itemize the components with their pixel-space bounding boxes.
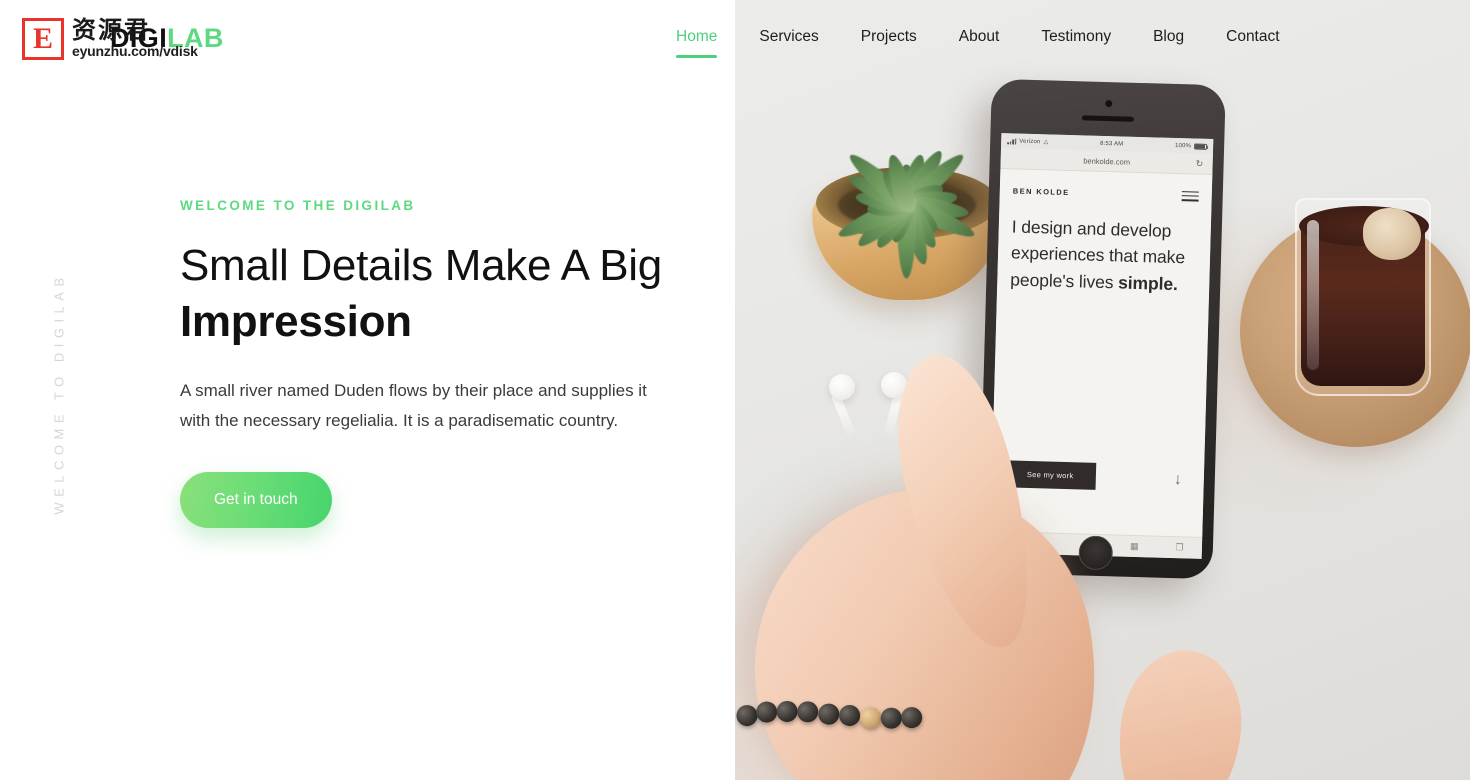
carrier-label: Verizon	[1019, 138, 1041, 145]
battery-icon	[1194, 143, 1208, 150]
phone-page-content: BEN KOLDE I design and develop experienc…	[990, 169, 1213, 537]
phone-headline-bold: simple.	[1117, 272, 1179, 294]
phone-speaker	[1081, 115, 1134, 122]
signal-bars-icon	[1007, 137, 1017, 145]
hero-image-panel: Verizon △ 8:53 AM 100% benkolde.com ↻ BE…	[735, 0, 1470, 780]
watermark-overlay: E 资源君 eyunzhu.com/vdisk	[22, 16, 198, 60]
status-time: 8:53 AM	[1099, 140, 1124, 148]
succulent-plant	[790, 55, 1020, 305]
top-navigation-bar: DIGILAB Home Services Projects About Testimo…	[0, 0, 1470, 78]
bracelet-bead	[816, 701, 842, 727]
phone-site-brand: BEN KOLDE	[1012, 186, 1070, 198]
phone-site-header: BEN KOLDE	[1012, 186, 1199, 202]
bookmarks-icon[interactable]: ▦	[1130, 541, 1139, 552]
phone-screen: Verizon △ 8:53 AM 100% benkolde.com ↻ BE…	[989, 133, 1214, 559]
get-in-touch-button[interactable]: Get in touch	[180, 472, 332, 529]
status-right: 100%	[1174, 142, 1208, 150]
bracelet-bead	[858, 705, 884, 731]
tabs-icon[interactable]: ❐	[1175, 542, 1183, 553]
ice-cube	[1363, 208, 1421, 260]
nav-link-list: Home Services Projects About Testimony Blog Co…	[655, 26, 1301, 58]
scroll-down-arrow-icon: ↓	[1173, 471, 1183, 489]
battery-percent-label: 100%	[1174, 142, 1192, 149]
watermark-logo-icon: E	[22, 18, 64, 60]
phone-headline: I design and develop experiences that ma…	[1010, 213, 1198, 298]
phone-url-text: benkolde.com	[1083, 155, 1131, 167]
phone-camera-icon	[1105, 100, 1113, 108]
bracelet-bead	[837, 702, 863, 729]
nav-link-contact[interactable]: Contact	[1205, 26, 1300, 48]
nav-link-home[interactable]: Home	[655, 26, 738, 48]
hero-title-line-1: Small Details Make A Big	[180, 241, 662, 290]
glass-highlight	[1307, 220, 1319, 370]
nav-item-testimony[interactable]: Testimony	[1020, 26, 1132, 48]
phone-home-button[interactable]	[1078, 535, 1114, 571]
hero-eyebrow: WELCOME TO THE DIGILAB	[180, 198, 416, 213]
nav-link-services[interactable]: Services	[738, 26, 839, 48]
nav-item-projects[interactable]: Projects	[840, 26, 938, 48]
hero-title: Small Details Make A Big Impression	[180, 238, 690, 350]
nav-item-contact[interactable]: Contact	[1205, 26, 1300, 48]
phone-cta-button[interactable]: See my work	[1004, 460, 1096, 490]
hero-description: A small river named Duden flows by their…	[180, 380, 647, 430]
bracelet-bead	[899, 704, 925, 731]
nav-item-about[interactable]: About	[938, 26, 1021, 48]
vertical-welcome-label: WELCOME TO DIGILAB	[44, 258, 74, 528]
landing-page: Verizon △ 8:53 AM 100% benkolde.com ↻ BE…	[0, 0, 1470, 780]
plant-leaves	[834, 145, 978, 278]
status-left: Verizon △	[1007, 137, 1049, 146]
reload-icon[interactable]: ↻	[1196, 159, 1206, 169]
hamburger-menu-icon[interactable]	[1181, 191, 1199, 202]
bracelet-bead	[795, 699, 821, 725]
watermark-url-text: eyunzhu.com/vdisk	[72, 43, 198, 60]
bracelet-bead	[774, 698, 800, 725]
nav-link-projects[interactable]: Projects	[840, 26, 938, 48]
hero-title-line-2: Impression	[180, 296, 412, 346]
iced-coffee-glass	[1295, 198, 1431, 396]
nav-item-home[interactable]: Home	[655, 26, 738, 58]
watermark-chinese-text: 资源君	[72, 16, 150, 44]
nav-link-testimony[interactable]: Testimony	[1020, 26, 1132, 48]
nav-link-blog[interactable]: Blog	[1132, 26, 1205, 48]
watermark-text: 资源君 eyunzhu.com/vdisk	[72, 16, 198, 60]
nav-active-underline	[676, 55, 718, 58]
nav-item-services[interactable]: Services	[738, 26, 839, 48]
vertical-welcome-text: WELCOME TO DIGILAB	[51, 271, 67, 515]
wifi-icon: △	[1043, 139, 1049, 146]
hero-text-block: WELCOME TO THE DIGILAB Small Details Mak…	[180, 198, 690, 529]
nav-item-blog[interactable]: Blog	[1132, 26, 1205, 48]
earbud-left	[829, 374, 855, 400]
nav-link-about[interactable]: About	[938, 26, 1021, 48]
